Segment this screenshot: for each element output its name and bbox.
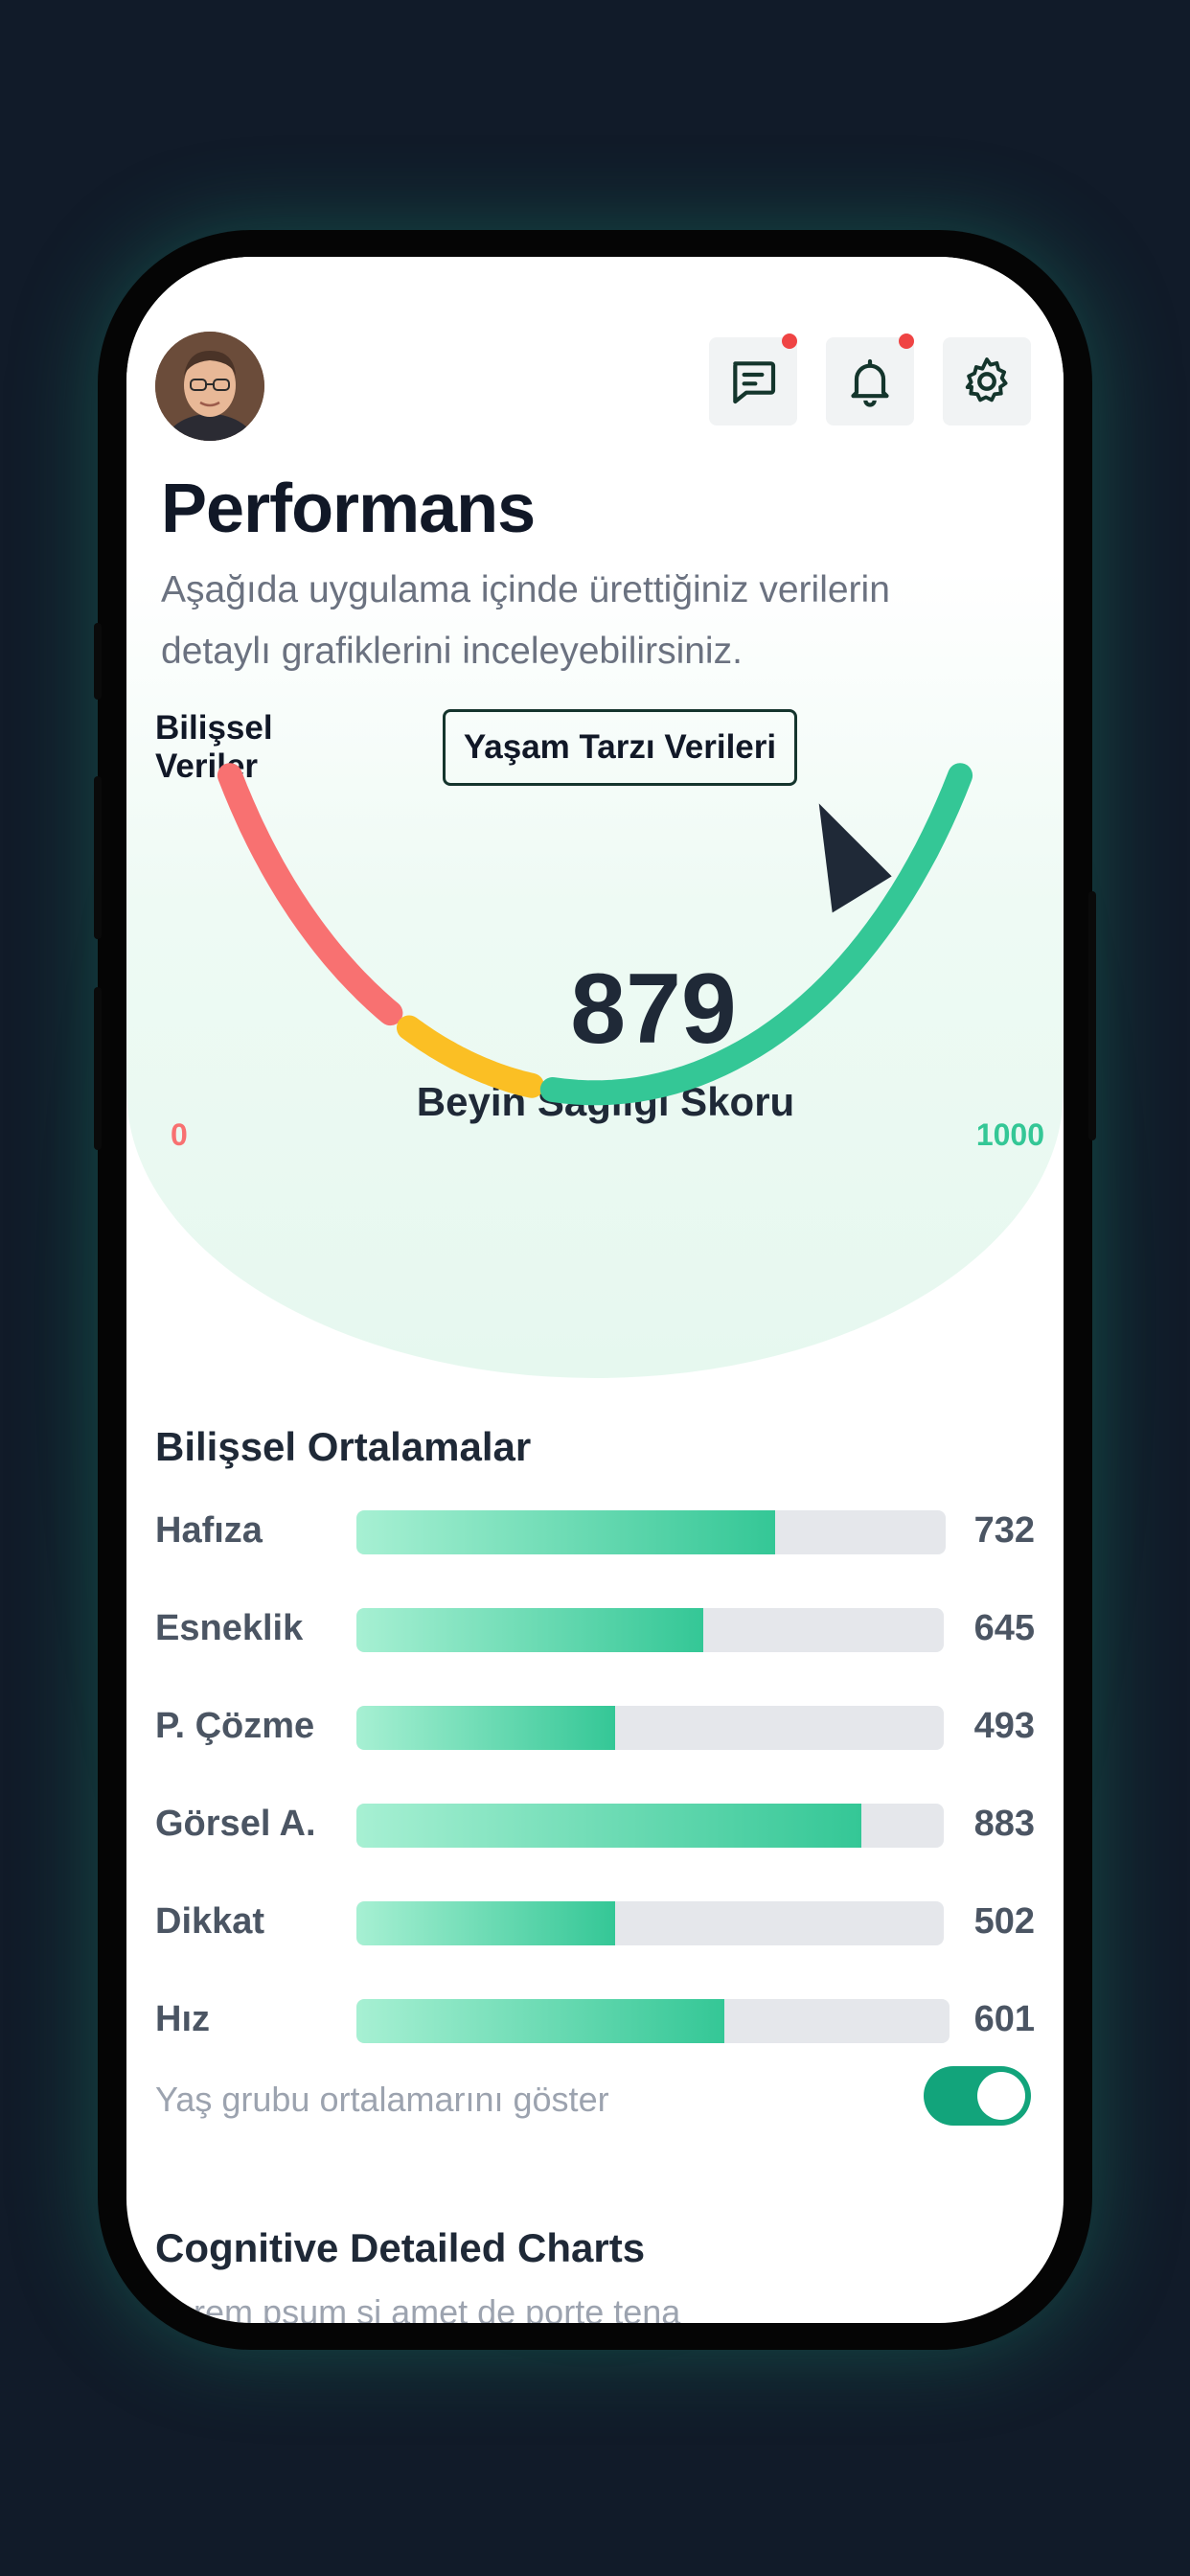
average-row-label: Esneklik — [155, 1608, 304, 1648]
gauge-segment — [217, 763, 403, 1026]
side-button — [94, 623, 102, 700]
average-row: P. Çözme 493 — [155, 1698, 1035, 1756]
average-bar-fill — [356, 1901, 615, 1945]
average-bar-fill — [356, 1804, 862, 1848]
app-screen: Performans Aşağıda uygulama içinde ürett… — [126, 257, 1064, 2323]
average-bar-track — [356, 1901, 944, 1945]
gauge-segment — [539, 763, 973, 1106]
average-row-value: 732 — [973, 1510, 1035, 1551]
average-bar-track — [356, 1510, 946, 1554]
average-bar-track — [356, 1804, 944, 1848]
score-gauge — [217, 763, 973, 1106]
side-button — [94, 987, 102, 1150]
average-bar-fill — [356, 1510, 775, 1554]
average-row-value: 493 — [973, 1706, 1035, 1746]
average-bar-fill — [356, 1999, 724, 2043]
age-group-toggle-label: Yaş grubu ortalamarını göster — [155, 2080, 609, 2119]
average-bar-track — [356, 1999, 950, 2043]
age-group-toggle[interactable] — [924, 2066, 1031, 2126]
average-row-value: 502 — [973, 1901, 1035, 1942]
average-bar-track — [356, 1706, 944, 1750]
average-bar-track — [356, 1608, 944, 1652]
average-row-value: 601 — [973, 1999, 1035, 2039]
averages-title: Bilişsel Ortalamalar — [155, 1424, 532, 1469]
average-row-value: 883 — [973, 1804, 1035, 1844]
detailed-charts-title: Cognitive Detailed Charts — [155, 2225, 646, 2270]
gauge-pointer — [818, 803, 892, 913]
average-bar-fill — [356, 1706, 615, 1750]
average-row: Hafıza 732 — [155, 1503, 1035, 1560]
average-row-label: Dikkat — [155, 1901, 265, 1942]
average-row: Hız 601 — [155, 1991, 1035, 2049]
average-row-label: Görsel A. — [155, 1804, 316, 1844]
average-row: Görsel A. 883 — [155, 1796, 1035, 1853]
phone-frame: Performans Aşağıda uygulama içinde ürett… — [94, 230, 1096, 2350]
average-row: Dikkat 502 — [155, 1894, 1035, 1951]
average-row-value: 645 — [973, 1608, 1035, 1648]
average-row-label: Hafıza — [155, 1510, 263, 1551]
side-button — [94, 776, 102, 939]
detailed-charts-preview: Lorem psum si amet de porte tena — [155, 2292, 681, 2323]
toggle-knob — [977, 2072, 1025, 2120]
average-row: Esneklik 645 — [155, 1600, 1035, 1658]
average-row-label: Hız — [155, 1999, 210, 2039]
average-bar-fill — [356, 1608, 703, 1652]
average-row-label: P. Çözme — [155, 1706, 315, 1746]
gauge-segment — [397, 1015, 544, 1098]
side-button — [1088, 891, 1096, 1140]
